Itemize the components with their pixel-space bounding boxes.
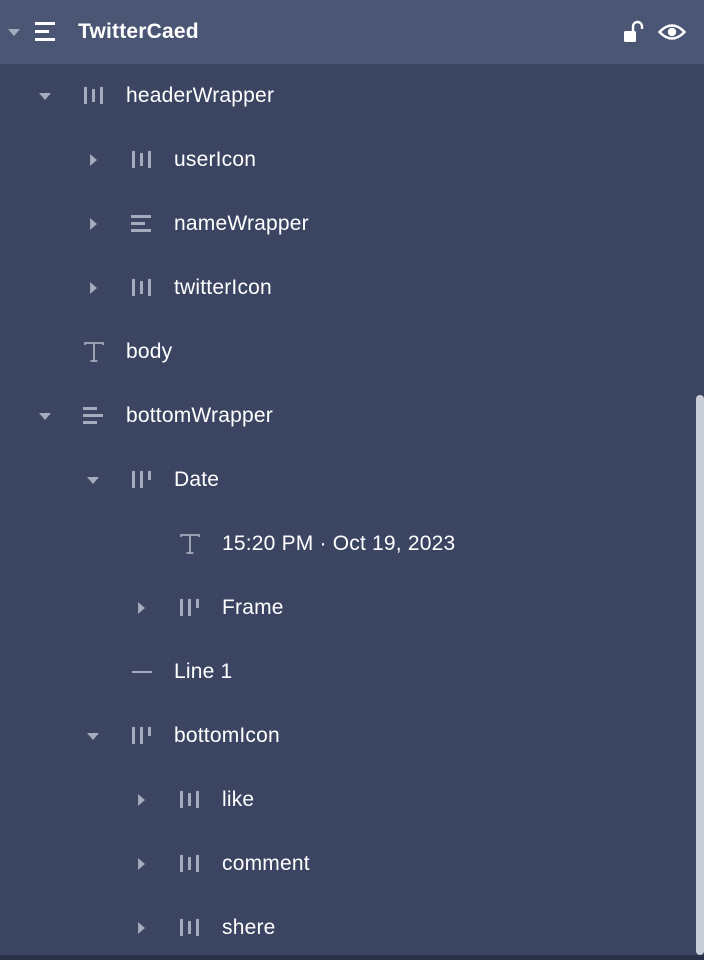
layer-row-line-1[interactable]: Line 1 [0, 640, 694, 704]
layer-label: Frame [222, 596, 284, 619]
auto-layout-horizontal-icon [132, 279, 151, 296]
auto-layout-horizontal-icon [180, 599, 199, 616]
line-icon [132, 671, 152, 673]
layer-row-frame[interactable]: Frame [0, 576, 694, 640]
layer-label: comment [222, 852, 310, 875]
scrollbar[interactable] [696, 395, 704, 955]
layers-panel: TwitterCaed headerWrapper userIcon nameW… [0, 0, 704, 960]
layer-row-bottom-wrapper[interactable]: bottomWrapper [0, 384, 694, 448]
caret-right-icon[interactable] [90, 218, 97, 230]
frame-title: TwitterCaed [78, 20, 199, 43]
auto-layout-horizontal-icon [132, 151, 151, 168]
eye-icon[interactable] [658, 22, 686, 42]
layer-label: Line 1 [174, 660, 233, 683]
layer-row-like[interactable]: like [0, 768, 694, 832]
layer-row-comment[interactable]: comment [0, 832, 694, 896]
layer-label: body [126, 340, 173, 363]
caret-right-icon[interactable] [138, 922, 145, 934]
auto-layout-horizontal-icon [132, 727, 151, 744]
caret-right-icon[interactable] [90, 154, 97, 166]
text-icon [180, 534, 200, 554]
auto-layout-horizontal-icon [180, 919, 199, 936]
auto-layout-horizontal-icon [132, 471, 151, 488]
layer-label: shere [222, 916, 276, 939]
text-icon [84, 342, 104, 362]
caret-down-icon[interactable] [39, 93, 51, 100]
caret-right-icon[interactable] [138, 794, 145, 806]
caret-right-icon[interactable] [138, 602, 145, 614]
auto-layout-vertical-icon [131, 215, 151, 232]
layer-row-bottom-icon[interactable]: bottomIcon [0, 704, 694, 768]
caret-down-icon[interactable] [39, 413, 51, 420]
caret-down-icon[interactable] [8, 29, 20, 36]
caret-right-icon[interactable] [138, 858, 145, 870]
layer-row-body[interactable]: body [0, 320, 694, 384]
layer-label: nameWrapper [174, 212, 309, 235]
layer-label: Date [174, 468, 220, 491]
auto-layout-horizontal-icon [180, 855, 199, 872]
layer-label: headerWrapper [126, 84, 275, 107]
layer-row-user-icon[interactable]: userIcon [0, 128, 694, 192]
layer-label: 15:20 PM · Oct 19, 2023 [222, 532, 456, 555]
layer-label: userIcon [174, 148, 257, 171]
caret-down-icon[interactable] [87, 477, 99, 484]
layer-row-root[interactable]: TwitterCaed [0, 0, 704, 64]
layer-row-date-text[interactable]: 15:20 PM · Oct 19, 2023 [0, 512, 694, 576]
layer-label: like [222, 788, 255, 811]
layer-label: twitterIcon [174, 276, 272, 299]
auto-layout-vertical-icon [83, 407, 103, 424]
caret-down-icon[interactable] [87, 733, 99, 740]
layer-row-name-wrapper[interactable]: nameWrapper [0, 192, 694, 256]
auto-layout-horizontal-icon [84, 87, 103, 104]
layer-label: bottomWrapper [126, 404, 273, 427]
unlock-icon[interactable] [622, 20, 644, 44]
panel-bottom-edge [0, 955, 704, 960]
auto-layout-horizontal-icon [180, 791, 199, 808]
caret-right-icon[interactable] [90, 282, 97, 294]
layer-row-shere[interactable]: shere [0, 896, 694, 960]
auto-layout-vertical-icon [35, 22, 55, 41]
layer-row-header-wrapper[interactable]: headerWrapper [0, 64, 694, 128]
layer-label: bottomIcon [174, 724, 280, 747]
layer-row-twitter-icon[interactable]: twitterIcon [0, 256, 694, 320]
layer-row-date[interactable]: Date [0, 448, 694, 512]
